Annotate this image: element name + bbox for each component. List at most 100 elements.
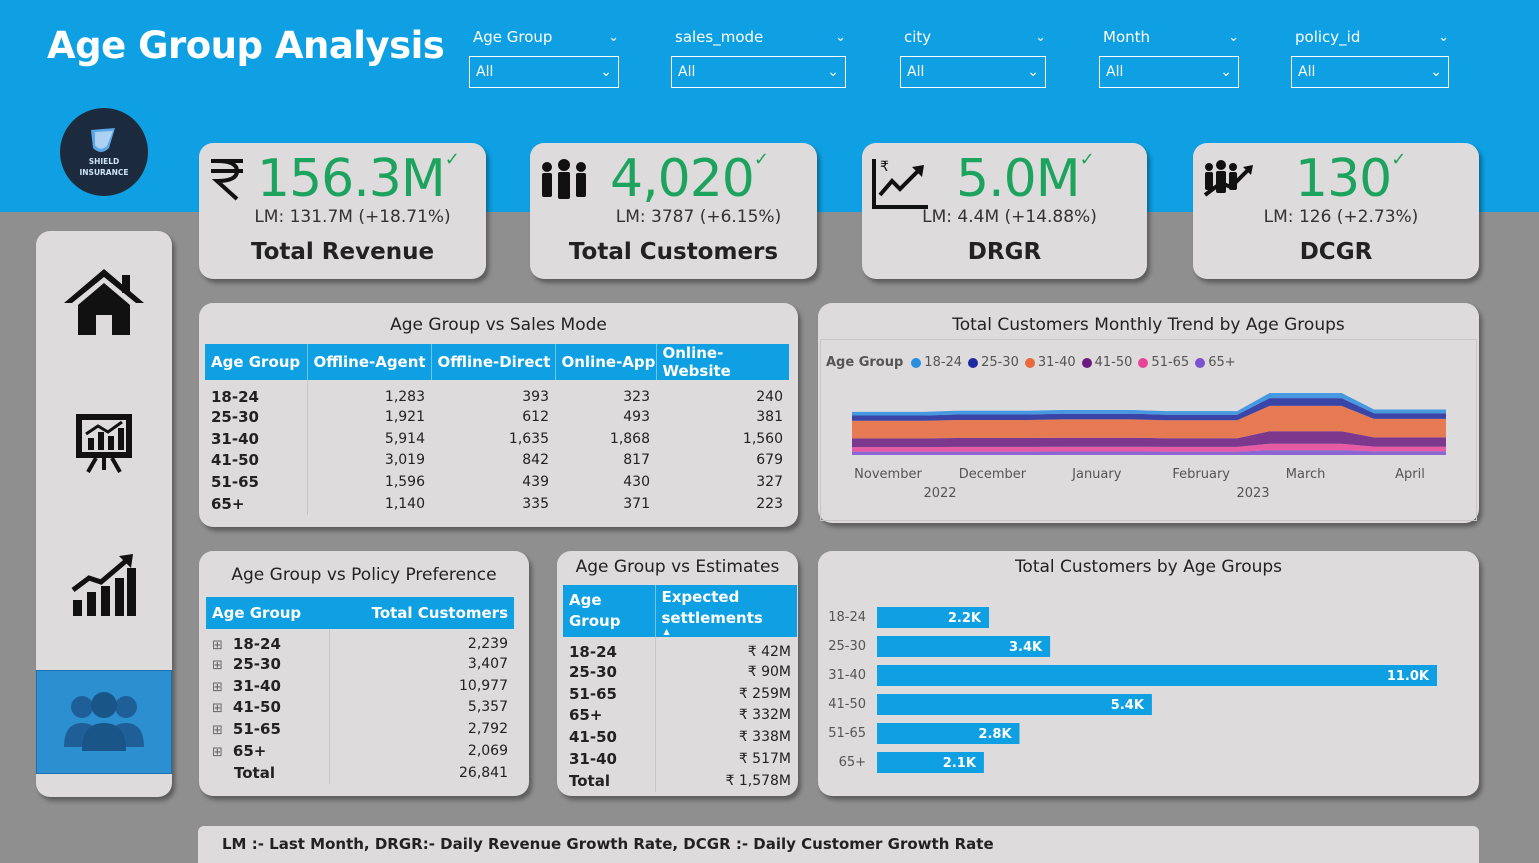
column-header[interactable]: Online-App [555, 344, 657, 380]
cell-value: 323 [623, 389, 650, 405]
chevron-down-icon[interactable]: ⌄ [835, 30, 846, 45]
table-row[interactable]: 31-40 ₹ 517M [563, 748, 797, 770]
chevron-down-icon[interactable]: ⌄ [608, 30, 619, 45]
column-header[interactable]: Age Group [205, 344, 308, 380]
nav-age-group-active[interactable] [36, 670, 172, 774]
year-label: 2022 [923, 486, 956, 501]
kpi-card-customers[interactable]: 4,020✓ LM: 3787 (+6.15%) Total Customers [530, 143, 817, 279]
policy-preference-card[interactable]: Age Group vs Policy Preference Age Group… [199, 551, 529, 796]
kpi-last-month: LM: 131.7M (+18.71%) [254, 207, 451, 227]
x-tick-label: January [1071, 467, 1122, 482]
table-row[interactable]: 65+ 1,140 335 371 223 [205, 493, 789, 515]
presentation-chart-icon [76, 414, 132, 473]
slicer-sales-mode[interactable]: sales_mode ⌄ All ⌄ [671, 26, 846, 88]
column-header[interactable]: Age Group [206, 597, 329, 629]
expand-icon[interactable]: ⊞ [212, 638, 223, 653]
cell-value: 381 [756, 408, 783, 425]
card-title: Age Group vs Sales Mode [390, 315, 607, 335]
estimates-card[interactable]: Age Group vs Estimates Age Group Expecte… [557, 551, 798, 796]
chevron-down-icon: ⌄ [827, 64, 839, 80]
chevron-down-icon[interactable]: ⌄ [1228, 30, 1239, 45]
slicer-age-group[interactable]: Age Group ⌄ All ⌄ [469, 26, 619, 88]
legend-item[interactable]: 41-50 [1081, 355, 1132, 370]
table-row[interactable]: ⊞ 51-65 2,792 [206, 718, 514, 741]
legend-label: 65+ [1208, 355, 1236, 370]
table-row[interactable]: 31-40 5,914 1,635 1,868 1,560 [205, 427, 789, 450]
slicer-city[interactable]: city ⌄ All ⌄ [900, 26, 1046, 88]
table-row[interactable]: 18-24 1,283 393 323 240 [205, 380, 789, 406]
user-group-icon [64, 692, 144, 751]
slicer-dropdown[interactable]: All ⌄ [900, 56, 1046, 88]
expand-icon[interactable]: ⊞ [212, 658, 223, 673]
legend-item[interactable]: 51-65 [1138, 355, 1189, 370]
legend-item[interactable]: 25-30 [968, 355, 1019, 370]
trend-card[interactable]: Total Customers Monthly Trend by Age Gro… [818, 303, 1479, 523]
slicer-dropdown[interactable]: All ⌄ [1291, 56, 1449, 88]
legend-item[interactable]: 18-24 [911, 355, 962, 370]
total-row[interactable]: Total ₹ 1,578M [563, 769, 797, 792]
slicer-month[interactable]: Month ⌄ All ⌄ [1099, 26, 1239, 88]
column-header[interactable]: Offline-Agent [307, 344, 432, 380]
cell-value: 2,239 [467, 636, 508, 652]
total-row[interactable]: Total 26,841 [206, 761, 514, 784]
chevron-down-icon[interactable]: ⌄ [1438, 30, 1449, 45]
table-row[interactable]: ⊞ 18-24 2,239 [206, 629, 514, 653]
expand-icon[interactable]: ⊞ [212, 723, 223, 738]
column-header[interactable]: Total Customers [329, 597, 514, 629]
row-label: 65+ [205, 493, 308, 515]
column-header-settlements[interactable]: Expected settlements ▲ [655, 585, 797, 637]
x-tick-label: February [1172, 467, 1230, 482]
cell-value: 1,635 [508, 430, 549, 447]
bar-31-40[interactable] [877, 665, 1437, 686]
legend-item[interactable]: 31-40 [1024, 355, 1076, 370]
table-row[interactable]: ⊞ 25-30 3,407 [206, 653, 514, 675]
table-row[interactable]: 51-65 1,596 439 430 327 [205, 471, 789, 494]
slicer-value: All [678, 64, 696, 80]
nav-home[interactable] [36, 249, 172, 353]
expand-icon[interactable]: ⊞ [212, 680, 223, 695]
kpi-card-dcgr[interactable]: 130✓ LM: 126 (+2.73%) DCGR [1193, 143, 1479, 279]
legend-label: 51-65 [1151, 355, 1190, 370]
sales-mode-card[interactable]: Age Group vs Sales Mode Age Group Offlin… [199, 303, 798, 527]
slicer-dropdown[interactable]: All ⌄ [671, 56, 846, 88]
column-header[interactable]: Offline-Direct [431, 344, 556, 380]
table-row[interactable]: 41-50 ₹ 338M [563, 726, 797, 749]
row-label: ⊞ 51-65 [206, 718, 330, 741]
nav-presentation[interactable] [36, 391, 172, 495]
chevron-down-icon[interactable]: ⌄ [1035, 30, 1046, 45]
column-header[interactable]: Online-Website [656, 344, 789, 380]
column-header-age[interactable]: Age Group [563, 585, 656, 637]
table-row[interactable]: 51-65 ₹ 259M [563, 682, 797, 705]
table-row[interactable]: 41-50 3,019 842 817 679 [205, 449, 789, 472]
table-body: ⊞ 18-24 2,239 ⊞ 25-30 3,407 ⊞ 31-40 10,977 ⊞ 41-50… [206, 629, 514, 784]
rupee-icon [211, 159, 243, 201]
nav-growth[interactable] [36, 533, 172, 637]
legend-item[interactable]: 65+ [1195, 355, 1236, 370]
row-label-text: 31-40 [232, 676, 281, 695]
table-row[interactable]: 25-30 1,921 612 493 381 [205, 406, 789, 428]
slicer-dropdown[interactable]: All ⌄ [469, 56, 619, 88]
row-label-text: 41-50 [232, 698, 281, 717]
table-row[interactable]: ⊞ 65+ 2,069 [206, 740, 514, 762]
table-row[interactable]: ⊞ 31-40 10,977 [206, 674, 514, 697]
kpi-name: DRGR [967, 239, 1042, 265]
table-row[interactable]: ⊞ 41-50 5,357 [206, 696, 514, 719]
table-row[interactable]: 65+ ₹ 332M [563, 704, 797, 727]
table-row[interactable]: 25-30 ₹ 90M [563, 661, 797, 683]
age-group-bar-card[interactable]: Total Customers by Age Groups 18-24 2.2K 2… [818, 551, 1479, 796]
expand-icon[interactable]: ⊞ [212, 701, 223, 716]
cell-value: 335 [522, 496, 549, 513]
kpi-card-drgr[interactable]: ₹ 5.0M✓ LM: 4.4M (+14.88%) DRGR [862, 143, 1147, 279]
table-row[interactable]: 18-24 ₹ 42M [563, 637, 797, 661]
slicer-dropdown[interactable]: All ⌄ [1099, 56, 1239, 88]
cell-value: 1,140 [384, 496, 425, 513]
slicer-policy-id[interactable]: policy_id ⌄ All ⌄ [1291, 26, 1449, 88]
expand-icon[interactable]: ⊞ [212, 745, 223, 760]
kpi-last-month: LM: 126 (+2.73%) [1263, 207, 1419, 227]
sort-ascending-icon[interactable]: ▲ [662, 628, 798, 636]
cell-value: 679 [756, 452, 783, 469]
bar-data-label: 2.8K [978, 727, 1012, 742]
trend-series-group [852, 393, 1446, 455]
kpi-card-revenue[interactable]: 156.3M✓ LM: 131.7M (+18.71%) Total Reven… [199, 143, 486, 279]
cell-value: ₹ 338M [738, 729, 791, 746]
